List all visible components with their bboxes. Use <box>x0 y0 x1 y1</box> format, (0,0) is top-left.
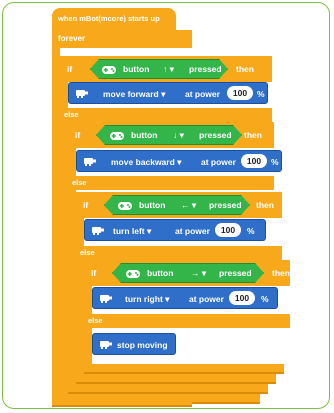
power-input-1[interactable]: 100 <box>227 86 253 100</box>
else-arm-4 <box>84 328 92 368</box>
if-arm-3 <box>76 218 84 248</box>
else-label-1: else <box>64 110 79 119</box>
else-arm-2 <box>68 190 76 405</box>
turn-right-label[interactable]: turn right ▾ <box>125 295 169 304</box>
if-label-4: if <box>91 268 97 278</box>
else-arm-1 <box>60 122 68 405</box>
then-label-4: then <box>272 268 290 278</box>
else-bar-1[interactable]: else <box>60 108 272 122</box>
pressed-label-3: pressed <box>209 200 242 210</box>
power-input-3[interactable]: 100 <box>215 223 241 237</box>
gamepad-icon <box>101 65 117 75</box>
forever-bottom <box>52 402 192 407</box>
turn-right-block[interactable]: turn right ▾ at power 100 % <box>92 287 278 309</box>
if-label-1: if <box>67 64 73 74</box>
hat-label: when mBot(mcore) starts up <box>58 14 160 23</box>
if-label-2: if <box>75 130 81 140</box>
else-bar-3[interactable]: else <box>76 246 282 260</box>
percent-label-2: % <box>271 157 279 167</box>
motor-icon <box>100 295 112 303</box>
power-input-2[interactable]: 100 <box>241 154 267 168</box>
else-label-2: else <box>72 178 87 187</box>
else-bar-4[interactable]: else <box>84 314 290 328</box>
pressed-label-2: pressed <box>199 130 232 140</box>
gamepad-icon <box>109 131 125 141</box>
button-pressed-condition-3[interactable]: button ← ▾ pressed <box>104 195 250 215</box>
else-label-4: else <box>88 316 103 325</box>
when-starts-up-block[interactable]: when mBot(mcore) starts up <box>52 8 176 30</box>
if-else-bottom-3 <box>76 374 276 384</box>
direction-dropdown-2[interactable]: ↓ ▾ <box>173 131 184 140</box>
turn-left-label[interactable]: turn left ▾ <box>113 227 151 236</box>
direction-dropdown-4[interactable]: → ▾ <box>191 269 206 278</box>
at-power-label-3: at power <box>175 226 210 236</box>
percent-label-1: % <box>257 89 265 99</box>
forever-block[interactable]: forever <box>52 30 192 48</box>
button-pressed-condition-1[interactable]: button ↑ ▾ pressed <box>90 59 228 79</box>
else-label-3: else <box>80 248 95 257</box>
then-label-3: then <box>256 200 274 210</box>
move-forward-block[interactable]: move forward ▾ at power 100 % <box>68 82 268 104</box>
button-pressed-condition-4[interactable]: button → ▾ pressed <box>112 263 264 283</box>
move-forward-label[interactable]: move forward ▾ <box>103 90 165 99</box>
if-else-bottom-2 <box>68 384 268 394</box>
direction-dropdown-1[interactable]: ↑ ▾ <box>163 65 174 74</box>
motor-icon <box>92 227 104 235</box>
at-power-label-1: at power <box>185 89 220 99</box>
button-label-1: button <box>123 64 150 74</box>
at-power-label-4: at power <box>189 294 224 304</box>
gamepad-icon <box>117 201 133 211</box>
motor-icon <box>100 341 112 349</box>
if-arm-2 <box>68 148 76 178</box>
button-label-4: button <box>147 268 174 278</box>
motor-icon <box>76 90 88 98</box>
percent-label-4: % <box>261 294 269 304</box>
move-backward-label[interactable]: move backward ▾ <box>111 158 181 167</box>
button-label-3: button <box>139 200 166 210</box>
button-label-2: button <box>131 130 158 140</box>
power-input-4[interactable]: 100 <box>229 291 255 305</box>
button-pressed-condition-2[interactable]: button ↓ ▾ pressed <box>96 125 242 145</box>
pressed-label-1: pressed <box>189 64 222 74</box>
then-label-1: then <box>236 64 254 74</box>
then-label-2: then <box>244 130 262 140</box>
gamepad-icon <box>125 269 141 279</box>
move-backward-block[interactable]: move backward ▾ at power 100 % <box>76 150 282 172</box>
if-arm-4 <box>84 286 92 316</box>
direction-dropdown-3[interactable]: ← ▾ <box>181 201 196 210</box>
turn-left-block[interactable]: turn left ▾ at power 100 % <box>84 219 266 241</box>
percent-label-3: % <box>247 226 255 236</box>
stop-moving-label[interactable]: stop moving <box>117 341 168 350</box>
if-else-bottom-4 <box>84 364 284 374</box>
if-label-3: if <box>83 200 89 210</box>
stop-moving-block[interactable]: stop moving <box>92 333 176 355</box>
motor-icon <box>84 158 96 166</box>
pressed-label-4: pressed <box>219 268 252 278</box>
forever-arm <box>52 48 60 405</box>
at-power-label-2: at power <box>201 157 236 167</box>
else-bar-2[interactable]: else <box>68 176 274 190</box>
forever-label: forever <box>58 34 86 43</box>
